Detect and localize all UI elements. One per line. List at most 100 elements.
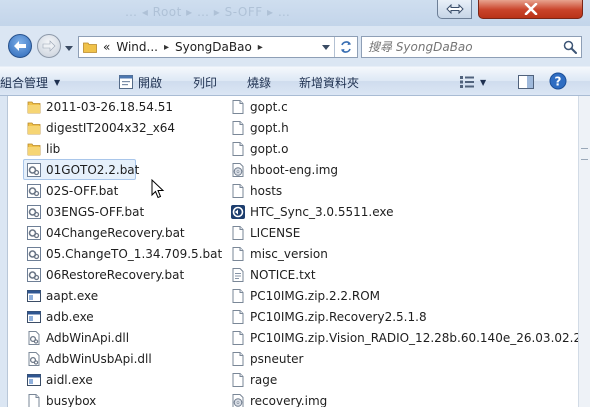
file-item[interactable]: 01GOTO2.2.bat	[23, 159, 139, 180]
svg-text:?: ?	[555, 75, 562, 89]
preview-pane-button[interactable]	[518, 73, 534, 91]
search-input[interactable]	[368, 38, 554, 56]
new-folder-label: 新增資料夾	[299, 75, 360, 90]
change-view-button[interactable]: ▼	[460, 73, 486, 91]
file-item[interactable]: gopt.c	[227, 96, 579, 117]
file-name: 06RestoreRecovery.bat	[46, 267, 185, 282]
generic-file-icon	[230, 99, 246, 115]
file-name: aidl.exe	[46, 372, 93, 387]
file-name: 05.ChangeTO_1.34.709.5.bat	[46, 246, 223, 261]
file-name: gopt.c	[250, 99, 288, 114]
refresh-button[interactable]	[334, 37, 357, 57]
file-item[interactable]: aidl.exe	[23, 369, 223, 390]
dll-file-icon	[26, 351, 42, 367]
file-item[interactable]: 2011-03-26.18.54.51	[23, 96, 223, 117]
file-list-pane[interactable]: 2011-03-26.18.54.51 digestIT2004x32_x64li…	[7, 96, 579, 407]
file-item[interactable]: adb.exe	[23, 306, 223, 327]
address-bar[interactable]: « Wind... ▸ SyongDaBao ▸	[78, 36, 358, 58]
open-button[interactable]: 開啟	[119, 73, 162, 91]
file-item[interactable]: aapt.exe	[23, 285, 223, 306]
burn-label: 燒錄	[247, 75, 272, 90]
back-button[interactable]	[8, 34, 32, 58]
generic-file-icon	[230, 288, 246, 304]
file-name: lib	[46, 141, 61, 156]
file-item[interactable]: gopt.h	[227, 117, 579, 138]
file-item[interactable]: AdbWinUsbApi.dll	[23, 348, 223, 369]
file-name: AdbWinUsbApi.dll	[46, 351, 152, 366]
file-name: recovery.img	[250, 393, 328, 407]
organize-label: 組合管理	[0, 75, 49, 90]
file-item[interactable]: NOTICE.txt	[227, 264, 579, 285]
file-item[interactable]: lib	[23, 138, 223, 159]
file-item[interactable]: hboot-eng.img	[227, 159, 579, 180]
file-name: PC10IMG.zip.Vision_RADIO_12.28b.60.140e_…	[250, 330, 579, 345]
forward-button[interactable]	[37, 34, 61, 58]
scrollbar-grip[interactable]	[581, 148, 588, 160]
chevron-down-icon: ▼	[54, 77, 61, 87]
file-item[interactable]: PC10IMG.zip.Recovery2.5.1.8	[227, 306, 579, 327]
file-name: 2011-03-26.18.54.51	[46, 99, 173, 114]
preview-pane-icon	[518, 75, 534, 89]
file-item[interactable]: 02S-OFF.bat	[23, 180, 223, 201]
file-item[interactable]: HTC_Sync_3.0.5511.exe	[227, 201, 579, 222]
file-item[interactable]: 05.ChangeTO_1.34.709.5.bat	[23, 243, 223, 264]
maximize-icon	[445, 4, 464, 14]
chevron-down-icon	[65, 45, 73, 51]
file-item[interactable]: AdbWinApi.dll	[23, 327, 223, 348]
burn-button[interactable]: 燒錄	[247, 73, 271, 91]
batch-file-icon	[26, 267, 42, 283]
open-label: 開啟	[138, 75, 163, 90]
folder-icon	[26, 141, 42, 157]
text-file-icon	[230, 267, 246, 283]
chevron-down-icon	[322, 44, 330, 50]
file-item[interactable]: 03ENGS-OFF.bat	[23, 201, 223, 222]
file-item[interactable]: psneuter	[227, 348, 579, 369]
close-icon	[524, 3, 537, 15]
search-box[interactable]	[361, 36, 582, 58]
file-name: 02S-OFF.bat	[46, 183, 119, 198]
file-item[interactable]: LICENSE	[227, 222, 579, 243]
breadcrumb-overflow[interactable]: «	[103, 40, 110, 54]
file-name: gopt.h	[250, 120, 289, 135]
file-item[interactable]: misc_version	[227, 243, 579, 264]
generic-file-icon	[230, 141, 246, 157]
file-name: AdbWinApi.dll	[46, 330, 130, 345]
file-name: digestIT2004x32_x64	[46, 120, 176, 135]
file-item[interactable]: rage	[227, 369, 579, 390]
file-name: hosts	[250, 183, 283, 198]
generic-file-icon	[230, 330, 246, 346]
file-item[interactable]: gopt.o	[227, 138, 579, 159]
new-folder-button[interactable]: 新增資料夾	[299, 73, 359, 91]
print-button[interactable]: 列印	[193, 73, 217, 91]
file-name: adb.exe	[46, 309, 94, 324]
file-name: misc_version	[250, 246, 328, 261]
help-button[interactable]: ?	[549, 72, 567, 90]
vertical-scrollbar[interactable]	[578, 96, 590, 407]
file-item[interactable]: 04ChangeRecovery.bat	[23, 222, 223, 243]
file-name: PC10IMG.zip.Recovery2.5.1.8	[250, 309, 427, 324]
breadcrumb-windows[interactable]: Wind...	[116, 40, 158, 54]
file-name: busybox	[46, 393, 97, 407]
file-item[interactable]: busybox	[23, 390, 223, 407]
file-item[interactable]: hosts	[227, 180, 579, 201]
address-history-button[interactable]	[318, 37, 334, 57]
breadcrumb-syongdabao[interactable]: SyongDaBao	[175, 40, 252, 54]
file-item[interactable]: recovery.img	[227, 390, 579, 407]
close-button[interactable]	[478, 0, 583, 19]
disc-image-icon	[230, 162, 246, 178]
file-item[interactable]: PC10IMG.zip.2.2.ROM	[227, 285, 579, 306]
recent-pages-button[interactable]	[63, 43, 75, 53]
file-name: psneuter	[250, 351, 304, 366]
organize-button[interactable]: 組合管理 ▼	[0, 73, 60, 91]
file-item[interactable]: digestIT2004x32_x64	[23, 117, 223, 138]
command-bar: 組合管理 ▼ 開啟 列印 燒錄 新增資料夾 ▼ ?	[0, 66, 590, 96]
breadcrumb-separator-icon[interactable]: ▸	[164, 42, 169, 53]
file-item[interactable]: PC10IMG.zip.Vision_RADIO_12.28b.60.140e_…	[227, 327, 579, 348]
file-name: gopt.o	[250, 141, 289, 156]
search-icon	[563, 40, 577, 54]
breadcrumb-separator-icon[interactable]: ▸	[258, 42, 263, 53]
file-name: aapt.exe	[46, 288, 99, 303]
generic-file-icon	[230, 309, 246, 325]
maximize-button[interactable]	[437, 0, 472, 19]
file-item[interactable]: 06RestoreRecovery.bat	[23, 264, 223, 285]
